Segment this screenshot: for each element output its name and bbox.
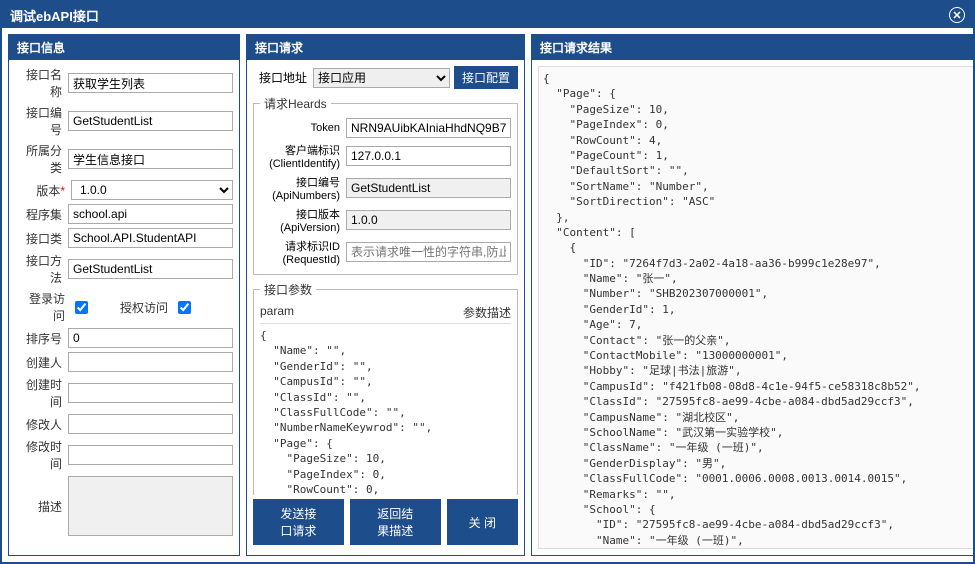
legend-heards: 请求Heards [260, 95, 331, 112]
label-method: 接口方法 [15, 252, 68, 286]
label-apiver: 接口版本 (ApiVersion) [260, 206, 346, 234]
label-reqid: 请求标识ID (RequestId) [260, 238, 346, 266]
input-modifier[interactable] [68, 414, 233, 434]
panel-request: 接口请求 接口地址 接口应用 接口配置 请求Heards Token 客户端标识… [246, 34, 525, 556]
label-category: 所属分类 [15, 142, 68, 176]
label-token: Token [260, 122, 346, 134]
input-sort[interactable] [68, 328, 233, 348]
send-button[interactable]: 发送接口请求 [253, 499, 344, 545]
input-createtime[interactable] [68, 383, 233, 403]
panel-result-header: 接口请求结果 [532, 35, 973, 60]
label-client: 客户端标识 (ClientIdentify) [260, 142, 346, 170]
input-category[interactable] [68, 149, 233, 169]
label-name: 接口名称 [15, 66, 68, 100]
label-auth-access: 授权访问 [118, 299, 174, 316]
label-modifytime: 修改时间 [15, 438, 68, 472]
input-apinum [346, 178, 511, 198]
input-client[interactable] [346, 146, 511, 166]
fieldset-params: 接口参数 param 参数描述 { "Name": "", "GenderId"… [253, 281, 518, 495]
input-desc[interactable] [68, 476, 233, 536]
input-class[interactable] [68, 228, 233, 248]
label-version: 版本* [15, 182, 71, 199]
panel-info: 接口信息 接口名称 接口编号 所属分类 版本*1.0.0 程序集 接口类 接口方… [8, 34, 240, 556]
input-name[interactable] [68, 73, 233, 93]
param-head-right: 参数描述 [463, 304, 511, 321]
legend-params: 接口参数 [260, 281, 316, 298]
return-desc-button[interactable]: 返回结果描述 [350, 499, 441, 545]
panel-request-body: 接口地址 接口应用 接口配置 请求Heards Token 客户端标识 (Cli… [247, 60, 524, 555]
label-modifier: 修改人 [15, 416, 68, 433]
param-head-left: param [260, 304, 294, 321]
input-method[interactable] [68, 259, 233, 279]
label-addr: 接口地址 [253, 69, 309, 86]
dialog-body: 接口信息 接口名称 接口编号 所属分类 版本*1.0.0 程序集 接口类 接口方… [2, 28, 973, 562]
close-icon[interactable]: ✕ [949, 7, 965, 23]
label-desc: 描述 [15, 498, 68, 515]
titlebar: 调试ebAPI接口 ✕ [2, 2, 973, 28]
panel-result-body: { "Page": { "PageSize": 10, "PageIndex":… [532, 60, 973, 555]
dialog-window: 调试ebAPI接口 ✕ 接口信息 接口名称 接口编号 所属分类 版本*1.0.0… [0, 0, 975, 564]
panel-info-header: 接口信息 [9, 35, 239, 60]
input-reqid[interactable] [346, 242, 511, 262]
input-creator[interactable] [68, 352, 233, 372]
panel-info-body: 接口名称 接口编号 所属分类 版本*1.0.0 程序集 接口类 接口方法 登录访… [9, 60, 239, 555]
checkbox-login-access[interactable] [75, 301, 88, 314]
panel-result: 接口请求结果 { "Page": { "PageSize": 10, "Page… [531, 34, 973, 556]
close-button[interactable]: 关 闭 [447, 499, 518, 545]
result-text[interactable]: { "Page": { "PageSize": 10, "PageIndex":… [538, 66, 973, 549]
label-class: 接口类 [15, 230, 68, 247]
input-apiver [346, 210, 511, 230]
label-sort: 排序号 [15, 330, 68, 347]
select-version[interactable]: 1.0.0 [71, 180, 233, 200]
label-number: 接口编号 [15, 104, 68, 138]
window-title: 调试ebAPI接口 [10, 6, 99, 25]
label-apinum: 接口编号 (ApiNumbers) [260, 174, 346, 202]
config-button[interactable]: 接口配置 [454, 66, 518, 89]
label-creator: 创建人 [15, 354, 68, 371]
label-assembly: 程序集 [15, 206, 68, 223]
checkbox-auth-access[interactable] [178, 301, 191, 314]
select-addr[interactable]: 接口应用 [313, 68, 450, 88]
input-number[interactable] [68, 111, 233, 131]
label-login-access: 登录访问 [23, 290, 71, 324]
label-createtime: 创建时间 [15, 376, 68, 410]
input-assembly[interactable] [68, 204, 233, 224]
fieldset-heards: 请求Heards Token 客户端标识 (ClientIdentify) 接口… [253, 95, 518, 275]
request-buttons: 发送接口请求 返回结果描述 关 闭 [253, 495, 518, 549]
param-body[interactable]: { "Name": "", "GenderId": "", "CampusId"… [260, 328, 511, 495]
panel-request-header: 接口请求 [247, 35, 524, 60]
input-modifytime[interactable] [68, 445, 233, 465]
input-token[interactable] [346, 118, 511, 138]
